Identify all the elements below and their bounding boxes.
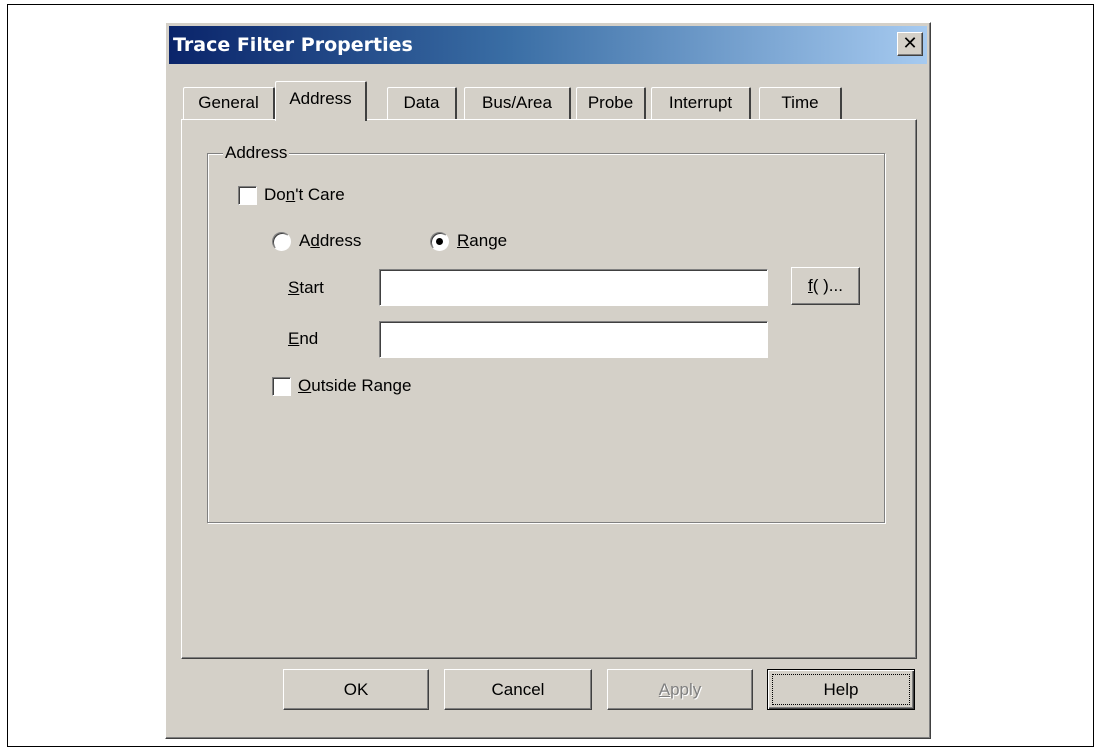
address-tab-panel: Address Don't Care Address Range Start f… [181, 119, 917, 659]
tab-address[interactable]: Address [275, 81, 367, 121]
address-groupbox: Address Don't Care Address Range Start f… [207, 142, 885, 523]
title-bar[interactable]: Trace Filter Properties ✕ [169, 26, 927, 64]
tab-time[interactable]: Time [759, 87, 842, 119]
outside-range-checkbox[interactable] [272, 377, 291, 396]
radio-selected-dot [436, 238, 443, 245]
tab-probe[interactable]: Probe [576, 87, 646, 119]
address-mode-radio[interactable] [272, 232, 291, 251]
tab-general[interactable]: General [183, 87, 275, 119]
start-address-input[interactable] [379, 269, 768, 306]
range-mode-radio[interactable] [430, 232, 449, 251]
tab-bus-area[interactable]: Bus/Area [464, 87, 571, 119]
dont-care-checkbox[interactable] [238, 186, 257, 205]
dont-care-label[interactable]: Don't Care [264, 184, 345, 206]
dialog-title: Trace Filter Properties [173, 34, 413, 56]
address-group-label: Address [223, 142, 290, 164]
function-button[interactable]: f( )... [791, 267, 860, 305]
tab-interrupt[interactable]: Interrupt [651, 87, 751, 119]
tab-data[interactable]: Data [387, 87, 457, 119]
address-mode-label[interactable]: Address [299, 230, 361, 252]
close-icon: ✕ [902, 33, 918, 54]
help-button-label: Help [823, 679, 859, 699]
cancel-button[interactable]: Cancel [444, 669, 592, 710]
trace-filter-properties-dialog: Trace Filter Properties ✕ General Addres… [165, 22, 931, 739]
outside-range-label[interactable]: Outside Range [298, 375, 411, 397]
apply-button[interactable]: Apply [607, 669, 753, 710]
help-button[interactable]: Help [767, 669, 915, 710]
ok-button[interactable]: OK [283, 669, 429, 710]
end-label: End [288, 329, 319, 348]
close-button[interactable]: ✕ [897, 32, 923, 56]
range-mode-label[interactable]: Range [457, 230, 507, 252]
end-address-input[interactable] [379, 321, 768, 358]
start-label: Start [288, 278, 324, 297]
